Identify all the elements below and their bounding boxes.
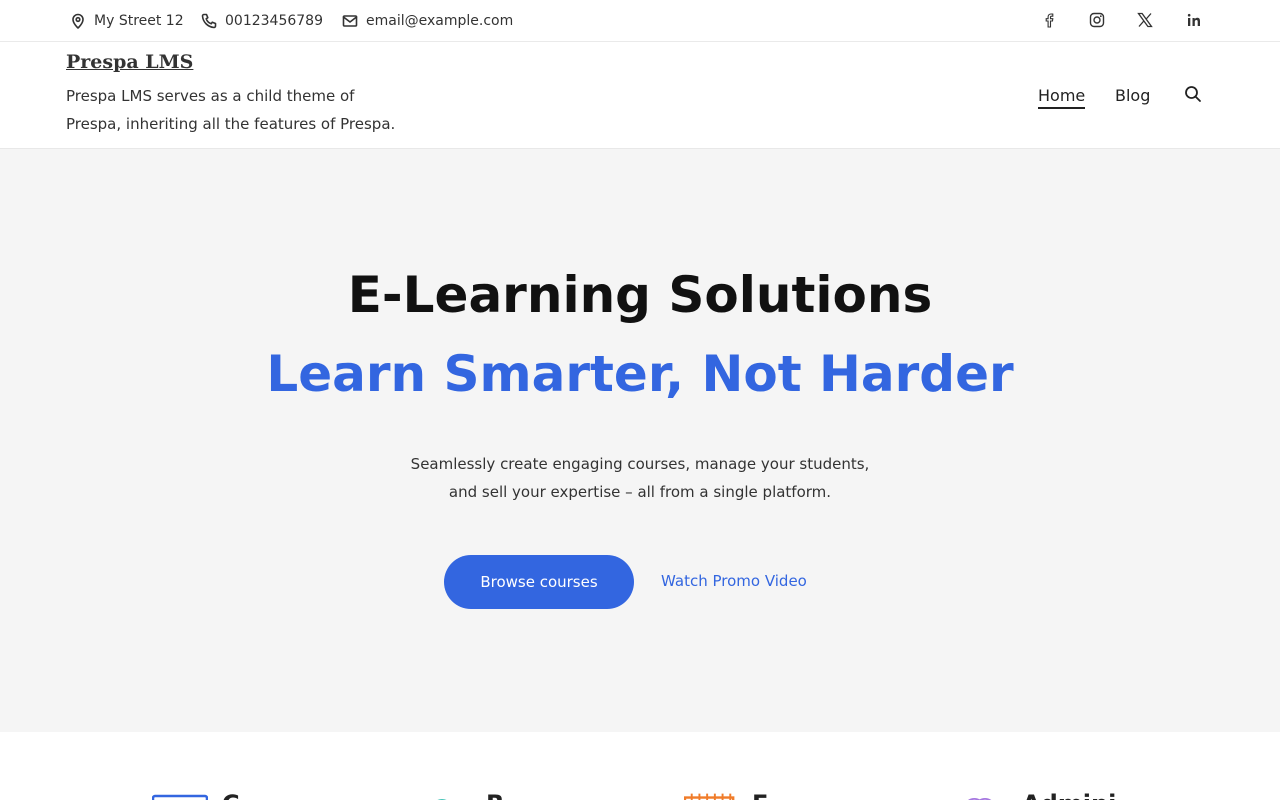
feature-label: Admini	[1022, 792, 1116, 800]
hero-description: Seamlessly create engaging courses, mana…	[390, 450, 890, 506]
x-twitter-icon[interactable]	[1135, 10, 1155, 30]
search-icon	[1185, 86, 1201, 102]
feature-label: E	[752, 792, 768, 800]
top-bar: My Street 12 00123456789 email@example.c…	[0, 0, 1280, 42]
email-item[interactable]: email@example.com	[342, 0, 513, 41]
address-text: My Street 12	[94, 12, 184, 29]
site-header: Prespa LMS Prespa LMS serves as a child …	[0, 42, 1280, 149]
site-tagline: Prespa LMS serves as a child theme of Pr…	[66, 87, 396, 133]
browse-courses-button[interactable]: Browse courses	[444, 555, 634, 609]
address-item: My Street 12	[70, 0, 184, 41]
nav-blog[interactable]: Blog	[1115, 86, 1150, 105]
feature-label: C	[222, 792, 240, 800]
feature-item: E	[684, 792, 768, 800]
features-section: C R E Admini	[0, 732, 1280, 800]
mail-icon	[342, 14, 358, 27]
phone-icon	[201, 13, 217, 28]
clock-icon	[437, 799, 447, 800]
map-pin-icon	[72, 13, 84, 29]
phone-text: 00123456789	[225, 12, 323, 29]
linkedin-icon[interactable]	[1184, 10, 1204, 30]
hero-description-line1: Seamlessly create engaging courses, mana…	[410, 455, 870, 473]
hero-title: E-Learning Solutions	[347, 266, 933, 324]
feature-item: C	[152, 792, 240, 800]
search-button[interactable]	[1184, 85, 1204, 105]
laptop-icon	[152, 794, 208, 800]
feature-item: R	[430, 792, 504, 800]
feature-label: R	[486, 792, 504, 800]
site-title[interactable]: Prespa LMS	[66, 51, 193, 73]
email-text: email@example.com	[366, 12, 514, 29]
hero-description-line2: and sell your expertise – all from a sin…	[448, 483, 832, 501]
facebook-icon[interactable]	[1039, 10, 1059, 30]
calendar-icon	[684, 793, 735, 800]
hero-section: E-Learning Solutions Learn Smarter, Not …	[0, 149, 1280, 732]
nav-home[interactable]: Home	[1038, 86, 1086, 109]
watch-promo-video-link[interactable]: Watch Promo Video	[661, 572, 807, 590]
hero-subtitle: Learn Smarter, Not Harder	[266, 345, 1014, 403]
instagram-icon[interactable]	[1087, 10, 1107, 30]
feature-item: Admini	[962, 792, 1116, 800]
phone-item[interactable]: 00123456789	[201, 0, 323, 41]
users-icon	[968, 797, 992, 800]
